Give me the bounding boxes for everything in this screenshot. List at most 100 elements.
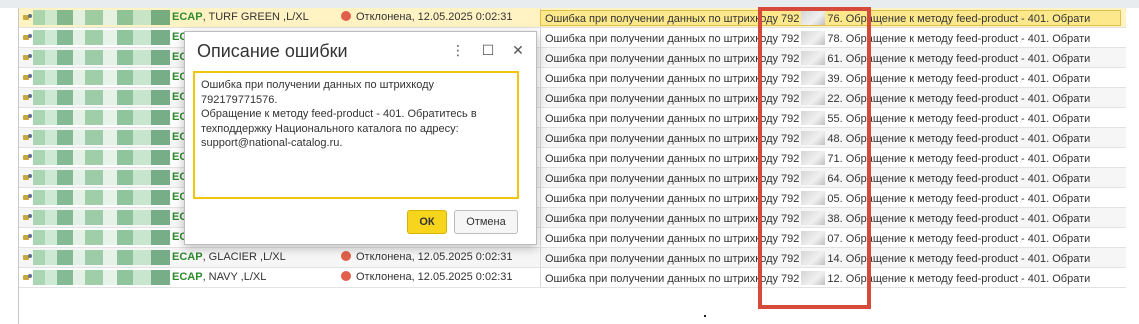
error-text-start: Ошибка при получении данных по штрихкоду…: [545, 13, 800, 25]
error-cell: Ошибка при получении данных по штрихкоду…: [545, 251, 1090, 265]
error-cell: Ошибка при получении данных по штрихкоду…: [545, 71, 1090, 85]
error-text-start: Ошибка при получении данных по штрихкоду…: [545, 133, 800, 145]
product-prefix: ECAP: [172, 271, 203, 283]
row-status-icon: [23, 14, 32, 21]
redacted-barcode-digits: [801, 11, 826, 25]
error-text-end: 12. Обращение к методу feed-product - 40…: [827, 273, 1091, 285]
error-cell: Ошибка при получении данных по штрихкоду…: [545, 231, 1090, 245]
error-cell: Ошибка при получении данных по штрихкоду…: [545, 151, 1090, 165]
ok-button[interactable]: ОК: [407, 210, 447, 234]
error-cell: Ошибка при получении данных по штрихкоду…: [545, 191, 1090, 205]
error-text-end: 48. Обращение к методу feed-product - 40…: [827, 133, 1091, 145]
redacted-barcode-digits: [801, 71, 826, 85]
status-text: Отклонена, 12.05.2025 0:02:31: [356, 271, 513, 283]
error-text-end: 38. Обращение к методу feed-product - 40…: [827, 213, 1091, 225]
product-cell: ECAP, NAVY ,L/XL: [172, 271, 266, 283]
error-text-end: 07. Обращение к методу feed-product - 40…: [827, 233, 1091, 245]
column-divider: [540, 128, 541, 147]
row-status-icon: [23, 134, 32, 141]
error-text-end: 14. Обращение к методу feed-product - 40…: [827, 253, 1091, 265]
error-cell: Ошибка при получении данных по штрихкоду…: [545, 211, 1090, 225]
redacted-article-cell: [33, 50, 170, 65]
redacted-article-cell: [33, 30, 170, 45]
redacted-barcode-digits: [801, 271, 826, 285]
product-name: , NAVY ,L/XL: [202, 271, 267, 283]
redacted-barcode-digits: [801, 91, 826, 105]
column-divider: [540, 28, 541, 47]
product-prefix: ECAP: [172, 251, 203, 263]
error-cell: Ошибка при получении данных по штрихкоду…: [540, 10, 1121, 26]
redacted-barcode-digits: [801, 131, 826, 145]
row-status-icon: [23, 254, 32, 261]
cancel-button[interactable]: Отмена: [454, 210, 518, 234]
column-divider: [540, 248, 541, 267]
error-text-start: Ошибка при получении данных по штрихкоду…: [545, 33, 800, 45]
error-text-start: Ошибка при получении данных по штрихкоду…: [545, 213, 800, 225]
mouse-cursor-dot: [704, 315, 706, 317]
error-message-field[interactable]: Ошибка при получении данных по штрихкоду…: [193, 71, 519, 199]
column-divider: [540, 48, 541, 67]
error-text-start: Ошибка при получении данных по штрихкоду…: [545, 173, 800, 185]
error-cell: Ошибка при получении данных по штрихкоду…: [545, 91, 1090, 105]
error-cell: Ошибка при получении данных по штрихкоду…: [545, 271, 1090, 285]
error-text-start: Ошибка при получении данных по штрихкоду…: [545, 113, 800, 125]
error-text-end: 55. Обращение к методу feed-product - 40…: [827, 113, 1091, 125]
row-status-icon: [23, 74, 32, 81]
redacted-barcode-digits: [801, 211, 826, 225]
redacted-article-cell: [33, 150, 170, 165]
status-text: Отклонена, 12.05.2025 0:02:31: [356, 11, 513, 23]
table-row[interactable]: ECAP, TURF GREEN ,L/XL Отклонена, 12.05.2…: [19, 8, 1126, 28]
row-status-icon: [23, 114, 32, 121]
column-divider: [540, 268, 541, 287]
redacted-article-cell: [33, 170, 170, 185]
redacted-barcode-digits: [801, 151, 826, 165]
rejected-dot-icon: [341, 11, 351, 21]
row-status-icon: [23, 194, 32, 201]
redacted-barcode-digits: [801, 251, 826, 265]
error-text-end: 78. Обращение к методу feed-product - 40…: [827, 33, 1091, 45]
error-text-start: Ошибка при получении данных по штрихкоду…: [545, 193, 800, 205]
error-text-start: Ошибка при получении данных по штрихкоду…: [545, 53, 800, 65]
redacted-article-cell: [33, 230, 170, 245]
error-text-start: Ошибка при получении данных по штрихкоду…: [545, 253, 800, 265]
maximize-icon[interactable]: ☐: [480, 42, 496, 59]
column-divider: [540, 68, 541, 87]
redacted-barcode-digits: [801, 111, 826, 125]
redacted-article-cell: [33, 10, 170, 25]
rejected-dot-icon: [341, 271, 351, 281]
status-cell: Отклонена, 12.05.2025 0:02:31: [341, 11, 513, 23]
redacted-article-cell: [33, 70, 170, 85]
row-status-icon: [23, 214, 32, 221]
rejected-dot-icon: [341, 251, 351, 261]
redacted-article-cell: [33, 130, 170, 145]
error-text-end: 71. Обращение к методу feed-product - 40…: [827, 153, 1091, 165]
row-status-icon: [23, 94, 32, 101]
table-row[interactable]: ECAP, NAVY ,L/XL Отклонена, 12.05.2025 0:…: [19, 268, 1126, 288]
error-cell: Ошибка при получении данных по штрихкоду…: [545, 31, 1090, 45]
more-vertical-icon[interactable]: ⋮: [450, 42, 466, 59]
redacted-article-cell: [33, 250, 170, 265]
redacted-article-cell: [33, 110, 170, 125]
column-divider: [540, 208, 541, 227]
product-prefix: ECAP: [172, 11, 203, 23]
status-cell: Отклонена, 12.05.2025 0:02:31: [341, 271, 513, 283]
redacted-barcode-digits: [801, 31, 826, 45]
status-text: Отклонена, 12.05.2025 0:02:31: [356, 251, 513, 263]
redacted-barcode-digits: [801, 51, 826, 65]
row-status-icon: [23, 154, 32, 161]
dialog-title-buttons: ⋮ ☐ ✕: [450, 42, 526, 59]
error-text-end: 76. Обращение к методу feed-product - 40…: [827, 13, 1091, 25]
close-icon[interactable]: ✕: [510, 42, 526, 59]
error-text-end: 39. Обращение к методу feed-product - 40…: [827, 73, 1091, 85]
error-cell: Ошибка при получении данных по штрихкоду…: [545, 171, 1090, 185]
product-cell: ECAP, TURF GREEN ,L/XL: [172, 11, 309, 23]
redacted-article-cell: [33, 190, 170, 205]
status-cell: Отклонена, 12.05.2025 0:02:31: [341, 251, 513, 263]
error-cell: Ошибка при получении данных по штрихкоду…: [545, 111, 1090, 125]
error-text-start: Ошибка при получении данных по штрихкоду…: [545, 273, 800, 285]
product-name: , GLACIER ,L/XL: [202, 251, 286, 263]
column-divider: [540, 88, 541, 107]
table-row[interactable]: ECAP, GLACIER ,L/XL Отклонена, 12.05.2025…: [19, 248, 1126, 268]
row-status-icon: [23, 54, 32, 61]
redacted-barcode-digits: [801, 231, 826, 245]
